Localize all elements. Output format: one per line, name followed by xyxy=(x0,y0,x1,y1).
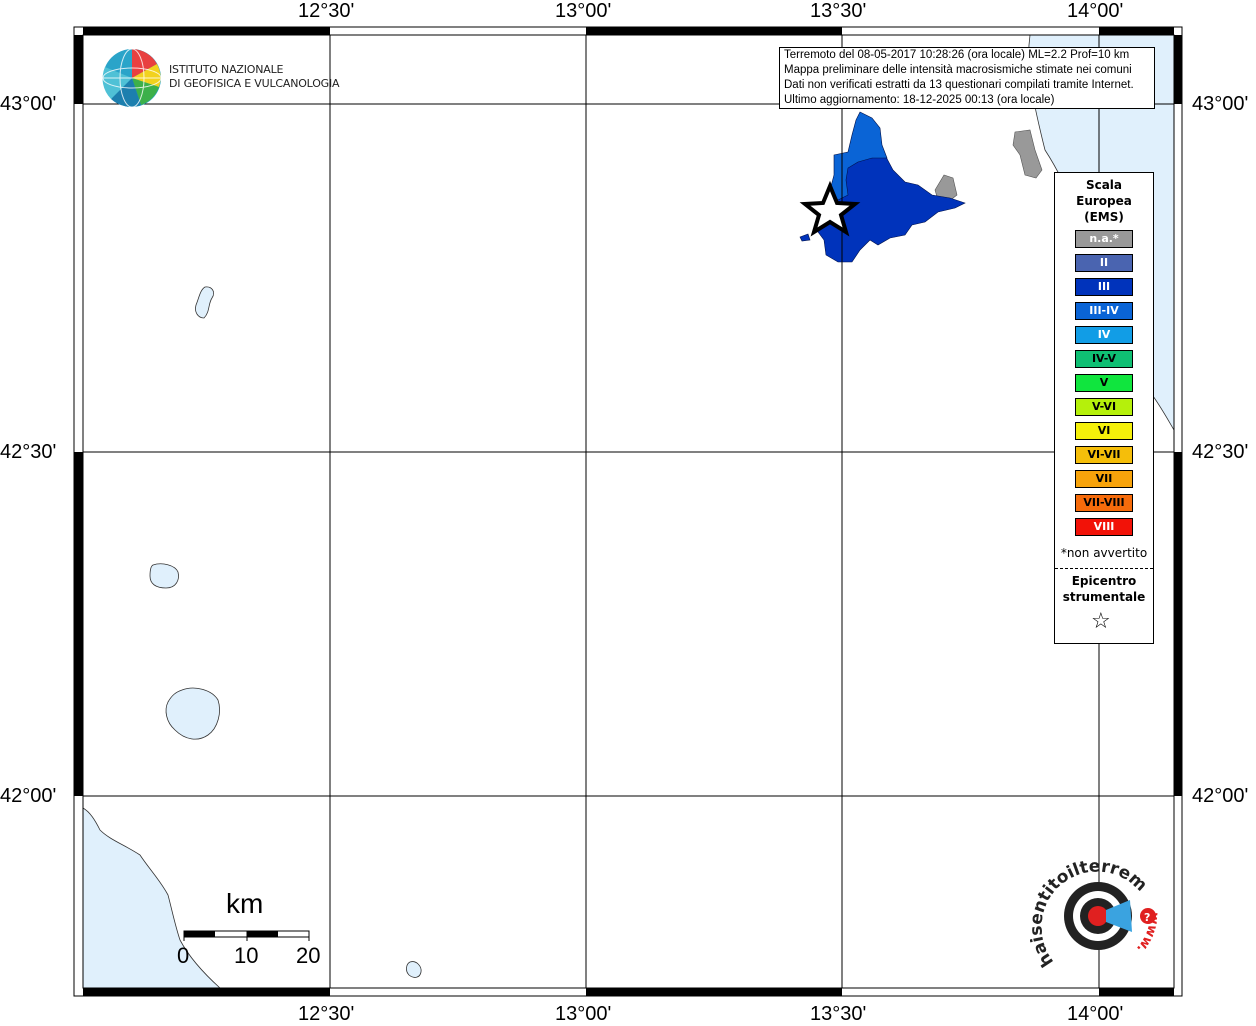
lat-label-right-2: 42°30' xyxy=(1192,441,1249,463)
scalebar-tick-0: 0 xyxy=(177,943,190,968)
event-info-line3: Dati non verificati estratti da 13 quest… xyxy=(784,79,1134,91)
legend-swatch: VIII xyxy=(1075,518,1133,536)
map-frame-outer xyxy=(73,26,1183,997)
sea-tyrrhenian xyxy=(82,807,222,989)
lake-2 xyxy=(149,563,179,589)
frame-ticks xyxy=(74,27,1182,996)
legend-title: Scala Europea (EMS) xyxy=(1055,177,1153,225)
lon-label-bottom-3: 13°30' xyxy=(810,1003,867,1025)
legend-swatch: IV-V xyxy=(1075,350,1133,368)
event-info-line4: Ultimo aggiornamento: 18-12-2025 00:13 (… xyxy=(784,94,1055,106)
lat-label-right-1: 43°00' xyxy=(1192,93,1249,115)
legend-swatch: III-IV xyxy=(1075,302,1133,320)
lake-1 xyxy=(195,286,214,319)
legend-title-line3: (EMS) xyxy=(1084,210,1124,224)
scale-bar xyxy=(183,930,310,941)
ingv-logo-line1: ISTITUTO NAZIONALE xyxy=(169,63,284,76)
lake-4 xyxy=(406,961,422,978)
area-na-1 xyxy=(1012,129,1043,179)
legend-swatch: VII-VIII xyxy=(1075,494,1133,512)
ingv-logo-globe xyxy=(102,48,162,108)
legend-swatch: VI-VII xyxy=(1075,446,1133,464)
graticule xyxy=(83,35,1174,988)
scalebar-tick-20: 20 xyxy=(296,943,321,968)
legend-swatch: VII xyxy=(1075,470,1133,488)
legend-swatch: III xyxy=(1075,278,1133,296)
lon-label-top-1: 12°30' xyxy=(298,0,355,22)
legend-title-line2: Europea xyxy=(1076,194,1132,208)
lon-label-top-4: 14°00' xyxy=(1067,0,1124,22)
lon-label-bottom-1: 12°30' xyxy=(298,1003,355,1025)
lon-label-bottom-2: 13°00' xyxy=(555,1003,612,1025)
legend-divider xyxy=(1055,568,1153,569)
area-intensity-III-small xyxy=(799,233,811,242)
legend-epicenter-title: Epicentro strumentale xyxy=(1055,573,1153,605)
event-info-line2: Mappa preliminare delle intensità macros… xyxy=(784,64,1132,76)
legend-na-note: *non avvertito xyxy=(1060,546,1148,560)
legend-title-line1: Scala xyxy=(1085,178,1123,192)
legend-star-icon: ☆ xyxy=(1091,609,1111,634)
legend-swatch: II xyxy=(1075,254,1133,272)
lon-label-bottom-4: 14°00' xyxy=(1067,1003,1124,1025)
lat-label-left-1: 43°00' xyxy=(0,93,57,115)
legend-swatch: V-VI xyxy=(1075,398,1133,416)
event-info-box: Terremoto del 08-05-2017 10:28:26 (ora l… xyxy=(779,47,1155,109)
legend-swatch: IV xyxy=(1075,326,1133,344)
lon-label-top-2: 13°00' xyxy=(555,0,612,22)
lat-label-right-3: 42°00' xyxy=(1192,785,1249,807)
lon-label-top-3: 13°30' xyxy=(810,0,867,22)
ingv-logo-line2: DI GEOFISICA E VULCANOLOGIA xyxy=(169,77,340,90)
scalebar-tick-10: 10 xyxy=(234,943,259,968)
legend-swatch: n.a.* xyxy=(1075,230,1133,248)
legend-epicenter-line2: strumentale xyxy=(1062,590,1146,604)
legend-swatch: V xyxy=(1075,374,1133,392)
lat-label-left-2: 42°30' xyxy=(0,441,57,463)
hsit-www-text: www. xyxy=(1133,912,1161,956)
legend-epicenter-line1: Epicentro xyxy=(1071,574,1137,588)
legend-swatch: VI xyxy=(1075,422,1133,440)
lat-label-left-3: 42°00' xyxy=(0,785,57,807)
lake-3 xyxy=(165,687,220,740)
ingv-logo-text: ISTITUTO NAZIONALE DI GEOFISICA E VULCAN… xyxy=(169,63,340,91)
hsit-logo: ? haisentitoilterremoto.it www. xyxy=(1030,852,1161,970)
scalebar-unit: km xyxy=(226,888,264,919)
event-info-line1: Terremoto del 08-05-2017 10:28:26 (ora l… xyxy=(784,49,1130,61)
ems-legend: Scala Europea (EMS) n.a.* II III III-IV IV IV… xyxy=(1054,172,1154,644)
map-frame-inner xyxy=(82,34,1175,989)
